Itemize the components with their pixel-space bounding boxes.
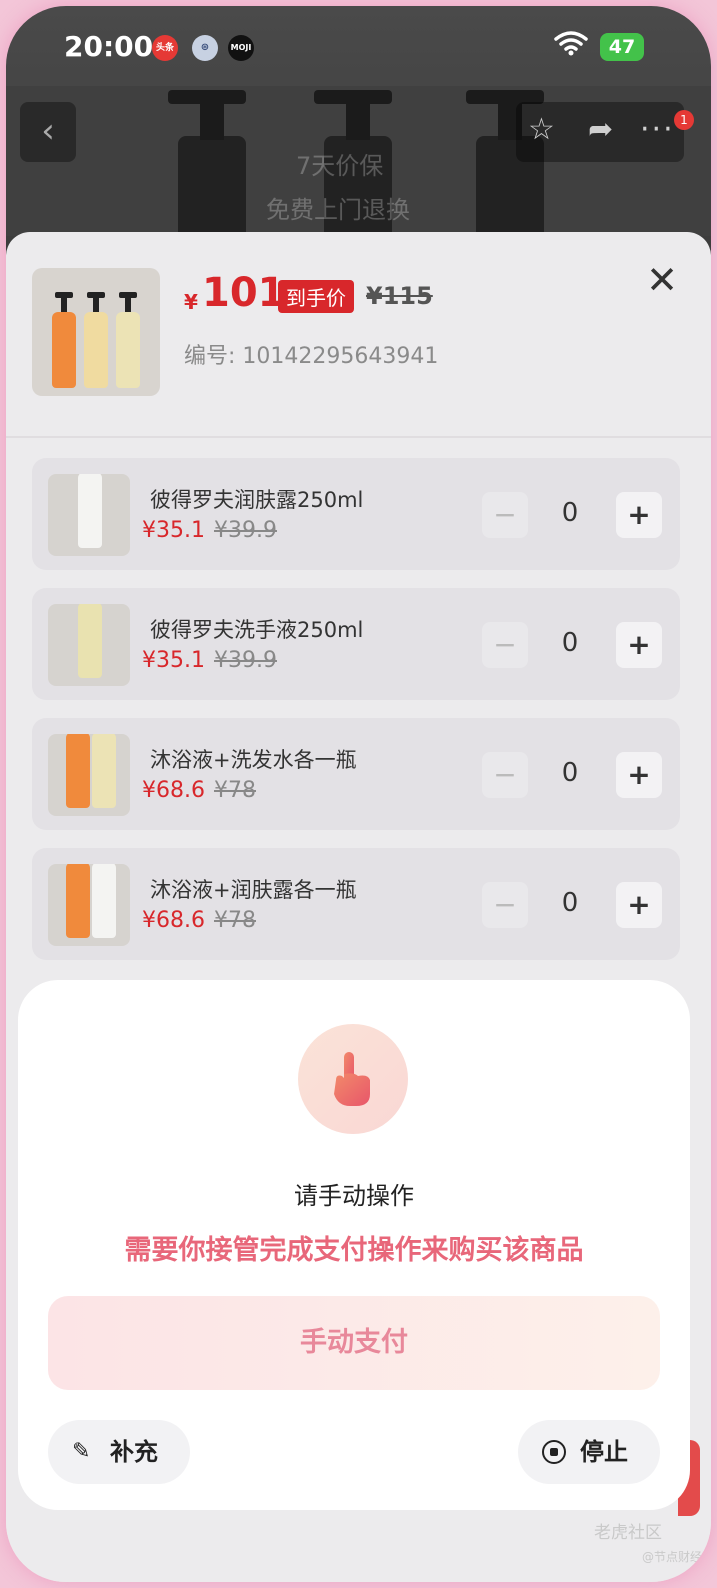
banner-ghost-text: 免费上门退换: [266, 196, 410, 224]
phone-screen: 7天价保 免费上门退换 ‹ ☆ ➦ ··· 1 20:00 头条 ⊛ MOJI …: [6, 6, 711, 1582]
decrease-qty-button[interactable]: −: [482, 752, 528, 798]
decrease-qty-button[interactable]: −: [482, 492, 528, 538]
supplement-button[interactable]: ✎ 补充: [48, 1420, 190, 1484]
close-icon[interactable]: ✕: [642, 260, 682, 300]
sku-option-row[interactable]: 沐浴液+润肤露各一瓶 ¥68.6 ¥78 − 0 +: [32, 848, 680, 960]
sku-option-row[interactable]: 沐浴液+洗发水各一瓶 ¥68.6 ¥78 − 0 +: [32, 718, 680, 830]
notification-badge: 1: [674, 110, 694, 130]
option-thumbnail: [48, 864, 130, 946]
product-thumbnail: [32, 268, 160, 396]
original-price: ¥115: [366, 282, 433, 310]
increase-qty-button[interactable]: +: [616, 622, 662, 668]
pencil-icon: ✎: [72, 1439, 91, 1464]
divider: [6, 436, 711, 438]
battery-indicator: 47: [600, 33, 644, 61]
option-price: ¥35.1: [142, 648, 205, 673]
increase-qty-button[interactable]: +: [616, 492, 662, 538]
option-original-price: ¥39.9: [214, 518, 277, 543]
banner-ghost-text: 7天价保: [296, 152, 384, 180]
dialog-title: 请手动操作: [294, 1182, 414, 1210]
decrease-qty-button[interactable]: −: [482, 882, 528, 928]
final-price: 101: [202, 270, 286, 316]
share-icon[interactable]: ➦: [588, 112, 613, 147]
product-sku: 编号: 10142295643941: [184, 344, 439, 369]
stop-button[interactable]: 停止: [518, 1420, 660, 1484]
hand-pointer-icon: [298, 1024, 408, 1134]
banner-bottle: [168, 90, 246, 246]
option-title: 沐浴液+润肤露各一瓶: [150, 878, 357, 902]
option-original-price: ¥78: [214, 908, 256, 933]
status-bar: 20:00 头条 ⊛ MOJI 47: [6, 6, 711, 86]
supplement-label: 补充: [110, 1438, 158, 1466]
quantity-value: 0: [561, 628, 579, 658]
watermark-sub: @节点财经: [642, 1550, 703, 1564]
manual-takeover-dialog: 请手动操作 需要你接管完成支付操作来购买该商品 手动支付 ✎ 补充 停止: [18, 980, 690, 1510]
navigation-app-icon: ⊛: [192, 35, 218, 61]
option-title: 彼得罗夫润肤露250ml: [150, 488, 364, 512]
dialog-subtitle: 需要你接管完成支付操作来购买该商品: [124, 1235, 584, 1266]
status-time: 20:00: [64, 30, 154, 63]
stop-icon: [542, 1440, 566, 1464]
stop-label: 停止: [580, 1438, 628, 1466]
news-app-icon: 头条: [152, 35, 178, 61]
increase-qty-button[interactable]: +: [616, 882, 662, 928]
decrease-qty-button[interactable]: −: [482, 622, 528, 668]
option-thumbnail: [48, 604, 130, 686]
final-price-tag: 到手价: [278, 280, 354, 313]
moji-weather-icon: MOJI: [228, 35, 254, 61]
top-action-group: ☆ ➦ ···: [516, 102, 684, 162]
sku-option-row[interactable]: 彼得罗夫洗手液250ml ¥35.1 ¥39.9 − 0 +: [32, 588, 680, 700]
favorite-star-icon[interactable]: ☆: [528, 112, 555, 147]
option-title: 彼得罗夫洗手液250ml: [150, 618, 364, 642]
option-thumbnail: [48, 734, 130, 816]
increase-qty-button[interactable]: +: [616, 752, 662, 798]
manual-pay-button[interactable]: 手动支付: [48, 1296, 660, 1390]
watermark: 老虎社区: [594, 1523, 662, 1543]
quantity-value: 0: [561, 888, 579, 918]
option-price: ¥35.1: [142, 518, 205, 543]
option-original-price: ¥39.9: [214, 648, 277, 673]
quantity-value: 0: [561, 498, 579, 528]
option-price: ¥68.6: [142, 778, 205, 803]
sku-option-row[interactable]: 彼得罗夫润肤露250ml ¥35.1 ¥39.9 − 0 +: [32, 458, 680, 570]
wifi-icon: [554, 31, 588, 56]
option-price: ¥68.6: [142, 908, 205, 933]
price-currency: ¥: [184, 290, 198, 314]
option-thumbnail: [48, 474, 130, 556]
option-original-price: ¥78: [214, 778, 256, 803]
more-icon[interactable]: ···: [640, 112, 675, 147]
back-button[interactable]: ‹: [20, 102, 76, 162]
quantity-value: 0: [561, 758, 579, 788]
option-title: 沐浴液+洗发水各一瓶: [150, 748, 357, 772]
